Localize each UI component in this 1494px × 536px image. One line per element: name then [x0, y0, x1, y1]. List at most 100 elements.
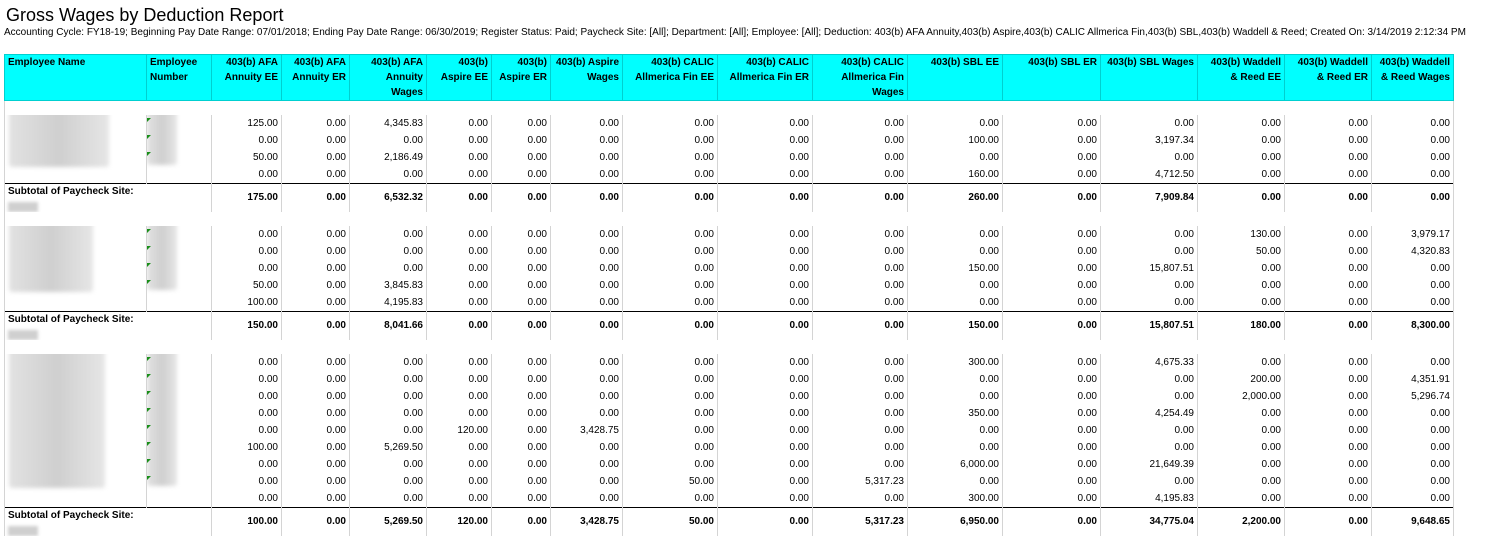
subtotal-cell[interactable]: 6,950.00: [908, 508, 1003, 536]
amount-cell[interactable]: 0.00: [492, 490, 551, 508]
amount-cell[interactable]: 0.00: [551, 243, 623, 260]
amount-cell[interactable]: 0.00: [623, 132, 718, 149]
amount-cell[interactable]: 0.00: [1198, 115, 1285, 132]
amount-cell[interactable]: 0.00: [908, 149, 1003, 166]
amount-cell[interactable]: 0.00: [1372, 260, 1454, 277]
amount-cell[interactable]: 0.00: [212, 456, 282, 473]
amount-cell[interactable]: 0.00: [1003, 243, 1101, 260]
amount-cell[interactable]: 0.00: [1372, 132, 1454, 149]
amount-cell[interactable]: 0.00: [1285, 422, 1372, 439]
subtotal-cell[interactable]: 0.00: [427, 184, 492, 213]
amount-cell[interactable]: 0.00: [1003, 456, 1101, 473]
amount-cell[interactable]: 0.00: [1285, 132, 1372, 149]
amount-cell[interactable]: 15,807.51: [1101, 260, 1198, 277]
amount-cell[interactable]: 0.00: [1101, 371, 1198, 388]
amount-cell[interactable]: 0.00: [1372, 456, 1454, 473]
amount-cell[interactable]: 0.00: [813, 422, 908, 439]
subtotal-cell[interactable]: 50.00: [623, 508, 718, 536]
subtotal-cell[interactable]: 0.00: [718, 184, 813, 213]
amount-cell[interactable]: 0.00: [813, 354, 908, 371]
amount-cell[interactable]: 0.00: [1285, 149, 1372, 166]
amount-cell[interactable]: 0.00: [551, 439, 623, 456]
amount-cell[interactable]: 4,712.50: [1101, 166, 1198, 184]
amount-cell[interactable]: 0.00: [623, 422, 718, 439]
amount-cell[interactable]: 0.00: [718, 371, 813, 388]
amount-cell[interactable]: 0.00: [908, 115, 1003, 132]
amount-cell[interactable]: 0.00: [551, 473, 623, 490]
amount-cell[interactable]: 0.00: [813, 277, 908, 294]
amount-cell[interactable]: 0.00: [908, 277, 1003, 294]
amount-cell[interactable]: 0.00: [718, 115, 813, 132]
subtotal-cell[interactable]: 7,909.84: [1101, 184, 1198, 213]
amount-cell[interactable]: 5,269.50: [350, 439, 427, 456]
column-header[interactable]: 403(b) SBL Wages: [1101, 55, 1198, 101]
table-row[interactable]: 0.000.000.000.000.000.000.000.000.006,00…: [5, 456, 1454, 473]
amount-cell[interactable]: 0.00: [1003, 226, 1101, 243]
amount-cell[interactable]: 0.00: [1372, 439, 1454, 456]
amount-cell[interactable]: 0.00: [212, 422, 282, 439]
amount-cell[interactable]: 50.00: [212, 277, 282, 294]
amount-cell[interactable]: 0.00: [212, 388, 282, 405]
amount-cell[interactable]: 125.00: [212, 115, 282, 132]
amount-cell[interactable]: 0.00: [1101, 294, 1198, 312]
amount-cell[interactable]: 0.00: [1285, 490, 1372, 508]
amount-cell[interactable]: 0.00: [1198, 456, 1285, 473]
subtotal-cell[interactable]: 0.00: [623, 312, 718, 341]
amount-cell[interactable]: 0.00: [908, 226, 1003, 243]
amount-cell[interactable]: 0.00: [551, 226, 623, 243]
subtotal-cell[interactable]: 0.00: [282, 312, 350, 341]
amount-cell[interactable]: 0.00: [427, 439, 492, 456]
table-row[interactable]: 0.000.000.000.000.000.000.000.000.00150.…: [5, 260, 1454, 277]
amount-cell[interactable]: 0.00: [718, 294, 813, 312]
amount-cell[interactable]: 0.00: [350, 490, 427, 508]
table-row[interactable]: 0.000.000.000.000.000.000.000.000.00160.…: [5, 166, 1454, 184]
amount-cell[interactable]: 0.00: [427, 243, 492, 260]
amount-cell[interactable]: 0.00: [1372, 354, 1454, 371]
amount-cell[interactable]: 0.00: [1003, 294, 1101, 312]
amount-cell[interactable]: 4,320.83: [1372, 243, 1454, 260]
amount-cell[interactable]: 0.00: [1285, 115, 1372, 132]
amount-cell[interactable]: 0.00: [718, 166, 813, 184]
amount-cell[interactable]: 0.00: [623, 243, 718, 260]
amount-cell[interactable]: 0.00: [813, 243, 908, 260]
amount-cell[interactable]: 50.00: [1198, 243, 1285, 260]
subtotal-cell[interactable]: 0.00: [492, 508, 551, 536]
subtotal-cell[interactable]: 8,041.66: [350, 312, 427, 341]
subtotal-cell[interactable]: 0.00: [1285, 184, 1372, 213]
subtotal-cell[interactable]: 120.00: [427, 508, 492, 536]
amount-cell[interactable]: 0.00: [212, 490, 282, 508]
amount-cell[interactable]: 0.00: [623, 149, 718, 166]
amount-cell[interactable]: 0.00: [623, 277, 718, 294]
amount-cell[interactable]: 0.00: [908, 422, 1003, 439]
amount-cell[interactable]: 0.00: [282, 294, 350, 312]
column-header[interactable]: 403(b) Waddell & Reed Wages: [1372, 55, 1454, 101]
subtotal-cell[interactable]: 0.00: [282, 508, 350, 536]
amount-cell[interactable]: 0.00: [908, 388, 1003, 405]
amount-cell[interactable]: 0.00: [718, 260, 813, 277]
amount-cell[interactable]: 0.00: [908, 294, 1003, 312]
subtotal-cell[interactable]: 175.00: [212, 184, 282, 213]
amount-cell[interactable]: 0.00: [1198, 354, 1285, 371]
table-row[interactable]: 0.000.000.000.000.000.000.000.000.000.00…: [5, 226, 1454, 243]
amount-cell[interactable]: 0.00: [813, 226, 908, 243]
amount-cell[interactable]: 0.00: [1285, 260, 1372, 277]
amount-cell[interactable]: 0.00: [551, 354, 623, 371]
table-row[interactable]: 50.000.003,845.830.000.000.000.000.000.0…: [5, 277, 1454, 294]
amount-cell[interactable]: 4,254.49: [1101, 405, 1198, 422]
amount-cell[interactable]: 0.00: [1372, 405, 1454, 422]
subtotal-cell[interactable]: 3,428.75: [551, 508, 623, 536]
amount-cell[interactable]: 0.00: [551, 132, 623, 149]
amount-cell[interactable]: 0.00: [718, 490, 813, 508]
column-header[interactable]: 403(b) Aspire ER: [492, 55, 551, 101]
amount-cell[interactable]: 0.00: [1003, 277, 1101, 294]
amount-cell[interactable]: 0.00: [492, 422, 551, 439]
amount-cell[interactable]: 0.00: [282, 456, 350, 473]
amount-cell[interactable]: 50.00: [623, 473, 718, 490]
amount-cell[interactable]: 100.00: [212, 294, 282, 312]
amount-cell[interactable]: 0.00: [492, 388, 551, 405]
amount-cell[interactable]: 0.00: [1285, 473, 1372, 490]
amount-cell[interactable]: 0.00: [1101, 422, 1198, 439]
amount-cell[interactable]: 0.00: [908, 371, 1003, 388]
amount-cell[interactable]: 0.00: [623, 405, 718, 422]
subtotal-cell[interactable]: 6,532.32: [350, 184, 427, 213]
